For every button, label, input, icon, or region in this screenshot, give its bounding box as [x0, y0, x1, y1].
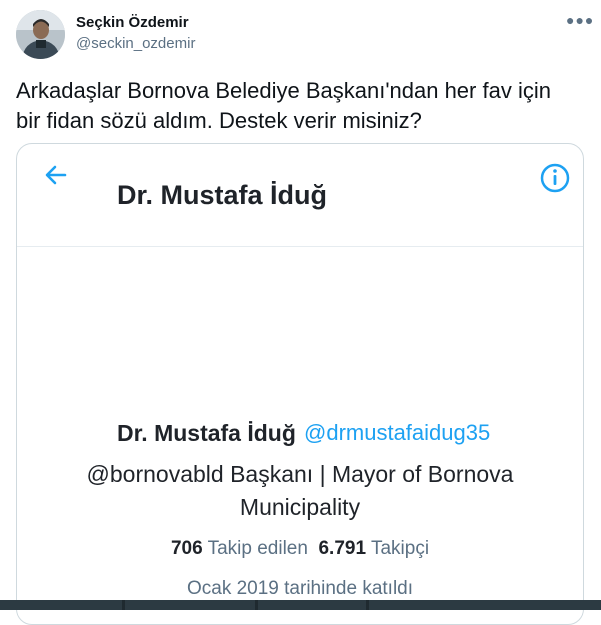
info-icon: [540, 163, 570, 193]
bottom-edge-strip: [0, 600, 601, 610]
author-handle[interactable]: @seckin_ozdemir: [76, 35, 195, 52]
followers-label: Takipçi: [370, 538, 430, 559]
tweet-text-line: Arkadaşlar Bornova Belediye Başkanı'ndan…: [16, 78, 551, 103]
strip-segment: [369, 600, 601, 610]
avatar[interactable]: [16, 10, 65, 59]
more-horizontal-icon[interactable]: ●●●: [566, 12, 594, 28]
following-count: 706: [170, 538, 203, 559]
followers-count: 6.791: [318, 538, 367, 559]
author-name[interactable]: Seçkin Özdemir: [76, 14, 189, 31]
bio-line: @bornovabld Başkanı | Mayor of Bornova: [86, 461, 514, 487]
tweet-text: Arkadaşlar Bornova Belediye Başkanı'ndan…: [16, 76, 576, 136]
bio-line: Municipality: [239, 494, 361, 520]
joined-date: Ocak 2019 tarihinde katıldı: [186, 578, 414, 599]
embedded-screenshot-card[interactable]: Dr. Mustafa İduğ Dr. Mustafa İduğ @drmus…: [16, 143, 584, 625]
profile-name: Dr. Mustafa İduğ: [117, 420, 296, 446]
strip-segment: [125, 600, 255, 610]
embedded-header: Dr. Mustafa İduğ: [17, 144, 583, 247]
back-arrow-icon: [45, 165, 67, 185]
profile-handle: @drmustafaidug35: [304, 420, 491, 445]
following-label: Takip edilen: [207, 538, 308, 559]
profile-stats: 706 Takip edilen 6.791 Takipçi: [17, 538, 583, 560]
strip-segment: [258, 600, 366, 610]
embedded-header-title: Dr. Mustafa İduğ: [117, 180, 328, 210]
tweet-text-line: bir fidan sözü aldım. Destek verir misin…: [16, 108, 422, 133]
strip-segment: [0, 600, 122, 610]
avatar-photo: [16, 10, 65, 59]
profile-bio: @bornovabld Başkanı | Mayor of Bornova M…: [17, 458, 583, 524]
